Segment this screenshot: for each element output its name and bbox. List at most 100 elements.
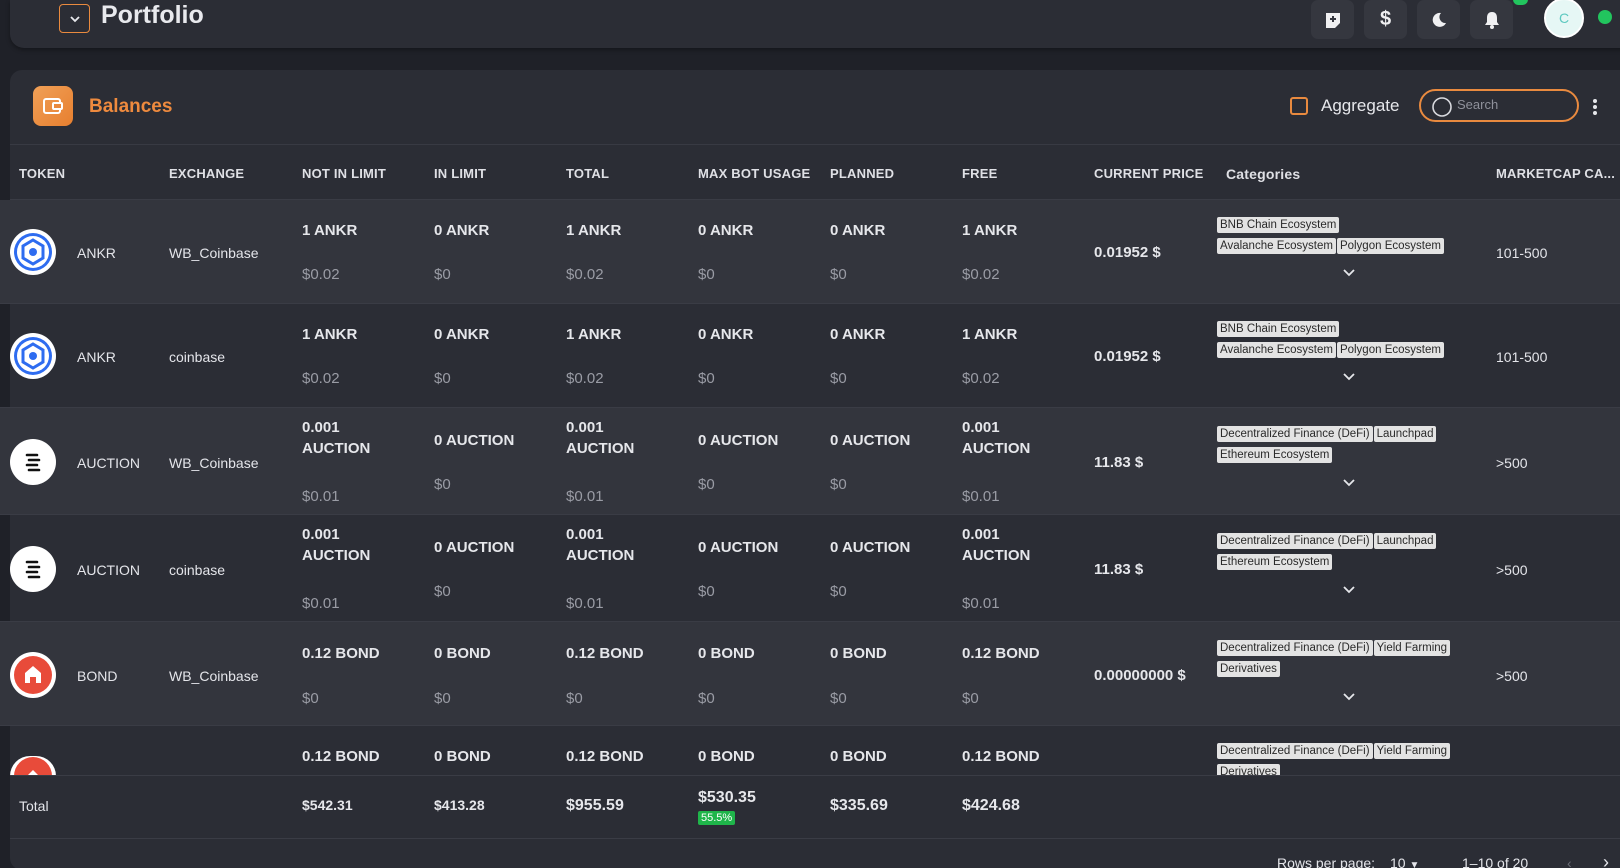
category-tag: Polygon Ecosystem [1336, 238, 1444, 254]
planned-amount: 0 ANKR [830, 326, 886, 343]
current-price: 11.83 $ [1094, 454, 1144, 471]
max-bot-usage-percent-badge: 55.5% [698, 811, 736, 825]
column-header-planned[interactable]: PLANNED [830, 166, 894, 181]
column-header-marketcap[interactable]: MARKETCAP CA... [1496, 166, 1615, 181]
max-bot-usd: $0 [698, 476, 715, 493]
total-usd: $0 [566, 690, 583, 707]
total-usd: $0.02 [566, 266, 604, 283]
wallet-icon [33, 86, 73, 126]
column-header-total[interactable]: TOTAL [566, 166, 609, 181]
theme-toggle-button[interactable] [1417, 0, 1460, 39]
category-tag: Decentralized Finance (DeFi) [1217, 743, 1373, 759]
column-header-max-bot-usage[interactable]: MAX BOT USAGE [698, 166, 810, 181]
expand-categories-icon[interactable] [1342, 585, 1356, 595]
currency-button[interactable]: $ [1364, 0, 1407, 39]
column-header-current-price[interactable]: CURRENT PRICE [1094, 166, 1204, 181]
card-title: Balances [89, 96, 173, 117]
total-amount: 0.001 AUCTION [566, 419, 635, 457]
caret-down-icon: ▼ [1409, 860, 1420, 868]
total-planned: $335.69 [830, 797, 888, 814]
expand-categories-icon[interactable] [1342, 692, 1356, 702]
expand-categories-icon[interactable] [1342, 372, 1356, 382]
current-price: 0.01952 $ [1094, 244, 1161, 261]
current-price: 0.01952 $ [1094, 348, 1161, 365]
total-amount: 1 ANKR [566, 326, 622, 343]
expand-categories-icon[interactable] [1342, 478, 1356, 488]
token-name: ANKR [77, 245, 116, 261]
column-header-not-in-limit[interactable]: NOT IN LIMIT [302, 166, 386, 181]
category-tag: Decentralized Finance (DeFi) [1217, 426, 1373, 442]
auction-logo-icon [10, 546, 56, 592]
total-amount: 0.12 BOND [566, 645, 644, 662]
free-amount: 0.001 AUCTION [962, 419, 1031, 457]
free-amount: 0.12 BOND [962, 748, 1040, 765]
add-note-button[interactable] [1311, 0, 1354, 39]
planned-usd: $0 [830, 266, 847, 283]
exchange-name: WB_Coinbase [169, 668, 259, 684]
total-max-bot-usage: $530.35 [698, 789, 756, 806]
marketcap-category: 101-500 [1496, 245, 1548, 261]
free-usd: $0.01 [962, 488, 1000, 505]
category-tag: BNB Chain Ecosystem [1217, 321, 1340, 337]
page-title: Portfolio [101, 1, 204, 29]
exchange-name: coinbase [169, 562, 226, 578]
category-tag: Ethereum Ecosystem [1217, 554, 1333, 570]
column-header-in-limit[interactable]: IN LIMIT [434, 166, 486, 181]
max-bot-usd: $0 [698, 690, 715, 707]
bond-logo-icon [10, 652, 56, 698]
not-in-limit-amount: 0.12 BOND [302, 748, 380, 765]
category-tag: Derivatives [1217, 661, 1280, 677]
total-usd: $0.01 [566, 595, 604, 612]
total-amount: 0.12 BOND [566, 748, 644, 765]
category-tag: Decentralized Finance (DeFi) [1217, 533, 1373, 549]
category-tags: Decentralized Finance (DeFi) Launchpad Et… [1217, 531, 1467, 573]
menu-toggle-button[interactable] [59, 4, 90, 33]
planned-amount: 0 ANKR [830, 222, 886, 239]
in-limit-amount: 0 BOND [434, 645, 491, 662]
current-price: 0.00000000 $ [1094, 667, 1186, 684]
exchange-name: coinbase [169, 349, 226, 365]
token-name: BOND [77, 668, 118, 684]
not-in-limit-amount: 1 ANKR [302, 326, 358, 343]
in-limit-amount: 0 ANKR [434, 222, 490, 239]
category-tags: BNB Chain Ecosystem Avalanche Ecosystem P… [1217, 215, 1467, 257]
dollar-icon: $ [1379, 8, 1392, 30]
max-bot-amount: 0 ANKR [698, 222, 754, 239]
prev-page-icon[interactable]: ‹ [1567, 855, 1572, 868]
card-header: Balances Aggregate [10, 70, 1620, 145]
marketcap-category: 101-500 [1496, 349, 1548, 365]
total-not-in-limit: $542.31 [302, 797, 353, 813]
ankr-logo-icon [10, 229, 56, 275]
rows-per-page-select[interactable]: 10 ▼ [1390, 855, 1419, 868]
search-box[interactable] [1419, 89, 1579, 122]
aggregate-label: Aggregate [1321, 96, 1400, 115]
not-in-limit-usd: $0 [302, 690, 319, 707]
marketcap-category: >500 [1496, 455, 1528, 471]
not-in-limit-usd: $0.01 [302, 488, 340, 505]
max-bot-amount: 0 BOND [698, 748, 755, 765]
max-bot-usd: $0 [698, 266, 715, 283]
marketcap-category: >500 [1496, 668, 1528, 684]
search-input[interactable] [1457, 97, 1567, 112]
expand-categories-icon[interactable] [1342, 268, 1356, 278]
token-name: AUCTION [77, 562, 140, 578]
planned-amount: 0 AUCTION [830, 539, 911, 556]
category-tags: Decentralized Finance (DeFi) Yield Farmin… [1217, 638, 1467, 680]
planned-usd: $0 [830, 476, 847, 493]
max-bot-amount: 0 AUCTION [698, 432, 779, 449]
auction-logo-icon [10, 439, 56, 485]
in-limit-usd: $0 [434, 690, 451, 707]
in-limit-amount: 0 BOND [434, 748, 491, 765]
aggregate-checkbox[interactable] [1290, 97, 1308, 115]
column-header-exchange[interactable]: EXCHANGE [169, 166, 244, 181]
column-header-token[interactable]: TOKEN [19, 166, 65, 181]
rows-per-page-label: Rows per page: [1277, 855, 1376, 868]
total-usd: $0.01 [566, 488, 604, 505]
column-header-free[interactable]: FREE [962, 166, 997, 181]
category-tags: Decentralized Finance (DeFi) Launchpad Et… [1217, 424, 1467, 466]
notifications-button[interactable] [1470, 0, 1513, 39]
category-tag: BNB Chain Ecosystem [1217, 217, 1340, 233]
more-options-icon[interactable] [1592, 98, 1598, 116]
next-page-icon[interactable]: › [1603, 852, 1609, 868]
column-header-categories[interactable]: Categories [1226, 166, 1300, 182]
